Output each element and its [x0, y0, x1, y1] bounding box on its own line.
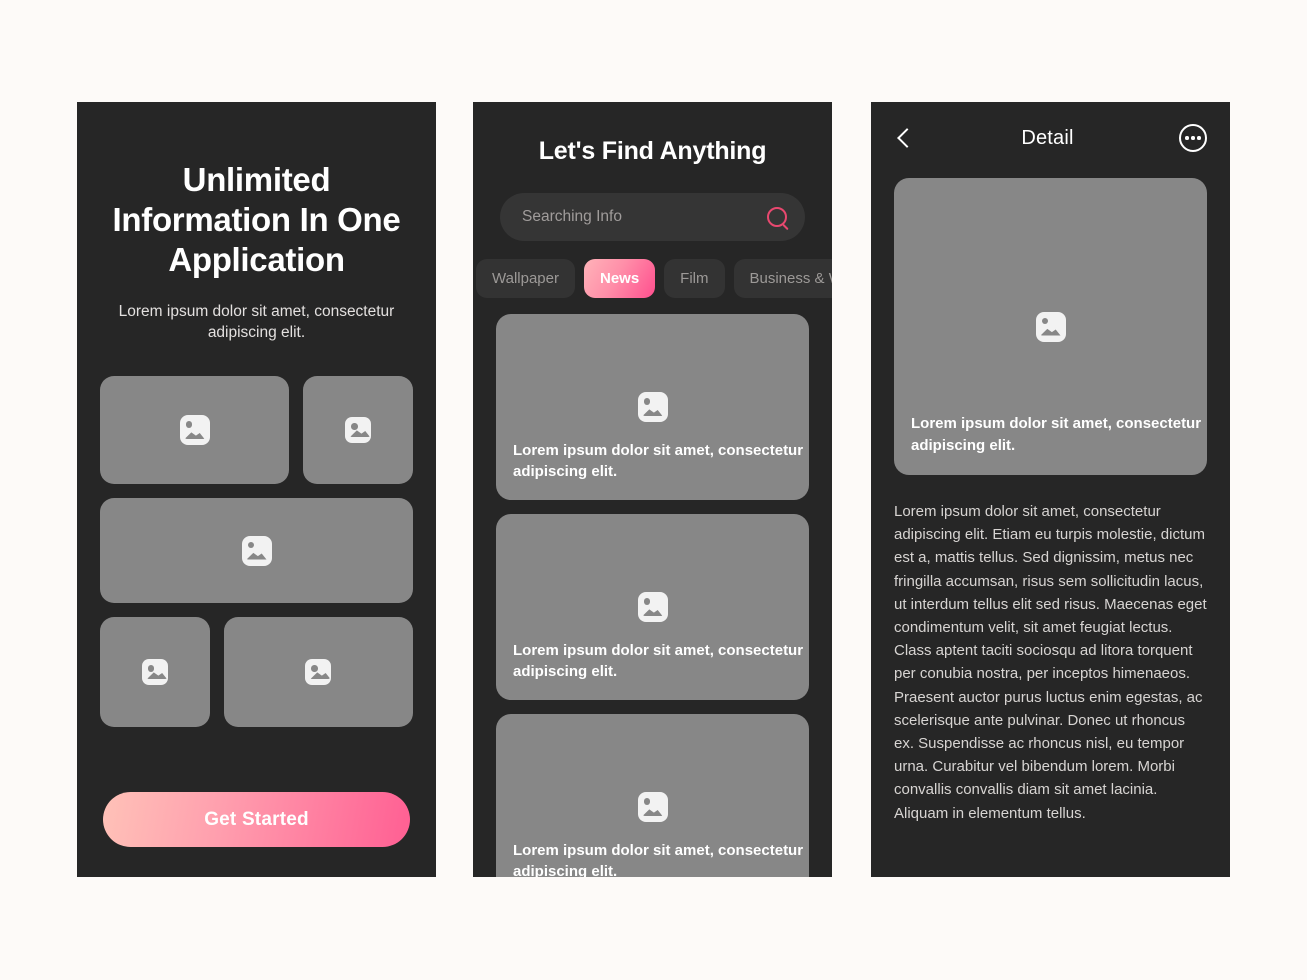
image-tile[interactable]	[303, 376, 413, 484]
tile-row	[100, 498, 413, 603]
back-chevron-icon[interactable]	[894, 127, 916, 149]
image-placeholder-icon	[637, 792, 668, 822]
image-placeholder-icon	[241, 535, 272, 566]
result-card[interactable]: Lorem ipsum dolor sit amet, consectetur …	[496, 314, 809, 500]
detail-screen: Detail Lorem ipsum dolor sit amet, conse…	[871, 102, 1230, 877]
result-card-caption: Lorem ipsum dolor sit amet, consectetur …	[513, 642, 804, 680]
result-card[interactable]: Lorem ipsum dolor sit amet, consectetur …	[496, 514, 809, 700]
search-screen: Let's Find Anything Wallpaper News Film …	[473, 102, 832, 877]
page-title: Unlimited Information In One Application	[112, 161, 401, 278]
image-placeholder-icon	[1035, 311, 1066, 342]
get-started-button[interactable]: Get Started	[103, 792, 410, 847]
result-card-caption: Lorem ipsum dolor sit amet, consectetur …	[513, 442, 804, 480]
detail-top-bar: Detail	[871, 102, 1230, 174]
search-input[interactable]	[522, 208, 767, 226]
search-icon[interactable]	[767, 207, 787, 227]
image-tile[interactable]	[223, 617, 413, 727]
image-placeholder-icon	[345, 417, 372, 443]
image-tile[interactable]	[100, 498, 413, 603]
category-chip-wallpaper[interactable]: Wallpaper	[476, 259, 575, 298]
onboarding-screen: Unlimited Information In One Application…	[77, 102, 436, 877]
result-card[interactable]: Lorem ipsum dolor sit amet, consectetur …	[496, 714, 809, 877]
image-tile-grid	[100, 376, 413, 727]
tile-row	[100, 617, 413, 727]
result-card-list: Lorem ipsum dolor sit amet, consectetur …	[496, 314, 809, 877]
image-placeholder-icon	[305, 659, 332, 685]
tile-row	[100, 376, 413, 484]
result-card-caption: Lorem ipsum dolor sit amet, consectetur …	[513, 842, 804, 877]
search-bar[interactable]	[500, 193, 805, 241]
page-subtitle: Lorem ipsum dolor sit amet, consectetur …	[118, 303, 395, 341]
detail-hero-caption: Lorem ipsum dolor sit amet, consectetur …	[911, 415, 1202, 454]
detail-body-text: Lorem ipsum dolor sit amet, consectetur …	[894, 503, 1207, 822]
screens-canvas: Unlimited Information In One Application…	[0, 0, 1307, 980]
category-chip-list[interactable]: Wallpaper News Film Business & Work	[473, 259, 832, 298]
image-placeholder-icon	[179, 415, 210, 445]
more-options-icon[interactable]	[1179, 124, 1207, 152]
image-tile[interactable]	[100, 376, 290, 484]
category-chip-business[interactable]: Business & Work	[733, 259, 832, 298]
image-placeholder-icon	[637, 592, 668, 622]
category-chip-film[interactable]: Film	[664, 259, 725, 298]
detail-hero-card[interactable]: Lorem ipsum dolor sit amet, consectetur …	[894, 178, 1207, 475]
page-title: Let's Find Anything	[538, 137, 767, 165]
category-chip-news[interactable]: News	[583, 259, 656, 298]
image-placeholder-icon	[141, 659, 168, 685]
page-title: Detail	[1021, 126, 1074, 149]
image-placeholder-icon	[637, 392, 668, 422]
image-tile[interactable]	[100, 617, 210, 727]
